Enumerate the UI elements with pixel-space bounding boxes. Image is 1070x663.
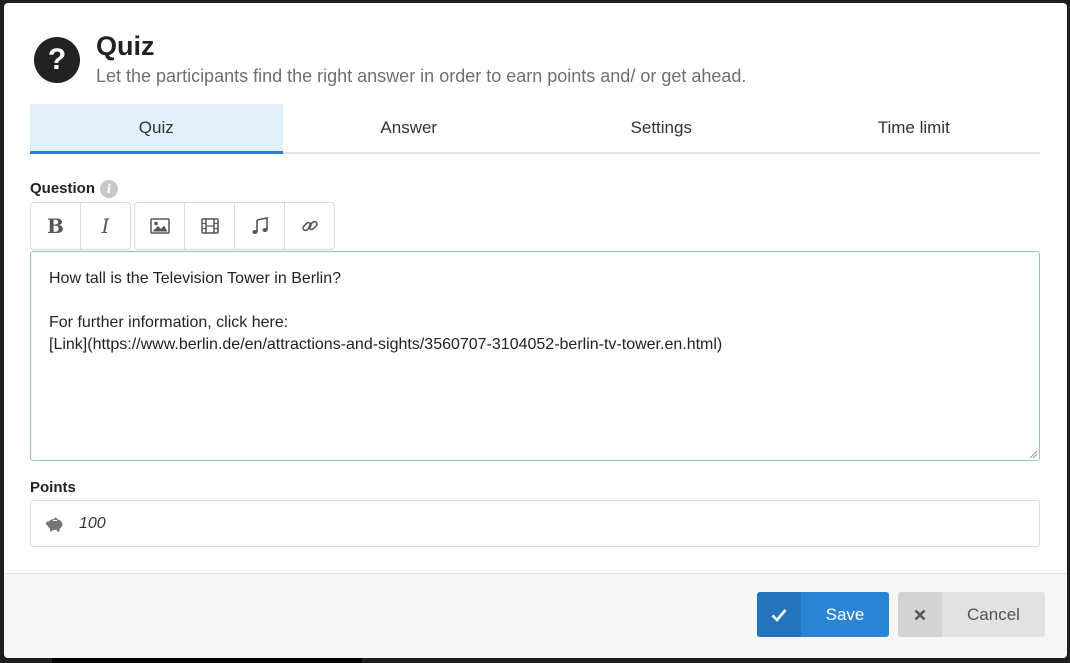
link-button[interactable] [285,203,334,249]
tab-settings[interactable]: Settings [535,104,788,152]
video-button[interactable] [185,203,235,249]
tab-time-limit[interactable]: Time limit [788,104,1041,152]
dialog-header: ? Quiz Let the participants find the rig… [34,31,1037,91]
quiz-dialog: ? Quiz Let the participants find the rig… [4,3,1067,658]
image-icon [149,218,170,234]
bold-button[interactable]: B [31,203,81,249]
tab-quiz[interactable]: Quiz [30,104,283,154]
resize-handle-icon[interactable] [1028,449,1038,459]
cancel-label: Cancel [967,604,1020,624]
link-icon [301,220,318,232]
tab-bar: Quiz Answer Settings Time limit [30,104,1040,154]
tab-answer[interactable]: Answer [283,104,536,152]
cancel-button[interactable]: Cancel [898,592,1045,637]
question-text[interactable]: How tall is the Television Tower in Berl… [49,268,1021,356]
close-icon [898,592,942,637]
media-toolbar [134,202,335,250]
save-label: Save [825,604,865,624]
save-button[interactable]: Save [757,592,889,637]
points-label: Points [30,479,76,496]
info-icon[interactable]: i [100,180,119,199]
image-button[interactable] [135,203,185,249]
background-strip [52,658,362,663]
film-icon [200,218,219,234]
dialog-title: Quiz [96,31,155,61]
audio-button[interactable] [235,203,285,249]
points-field[interactable]: 100 [30,500,1040,547]
music-icon [251,217,268,234]
piggy-bank-icon [46,516,63,531]
format-toolbar: B I [30,202,131,250]
question-label-row: Question i [30,180,119,199]
italic-button[interactable]: I [81,203,130,249]
question-editor[interactable]: How tall is the Television Tower in Berl… [30,251,1040,461]
dialog-subtitle: Let the participants find the right answ… [96,66,747,86]
points-value[interactable]: 100 [79,515,106,533]
check-icon [757,592,801,637]
question-circle-icon: ? [34,37,80,83]
dialog-footer: Save Cancel [4,573,1067,658]
question-label: Question [30,180,96,197]
